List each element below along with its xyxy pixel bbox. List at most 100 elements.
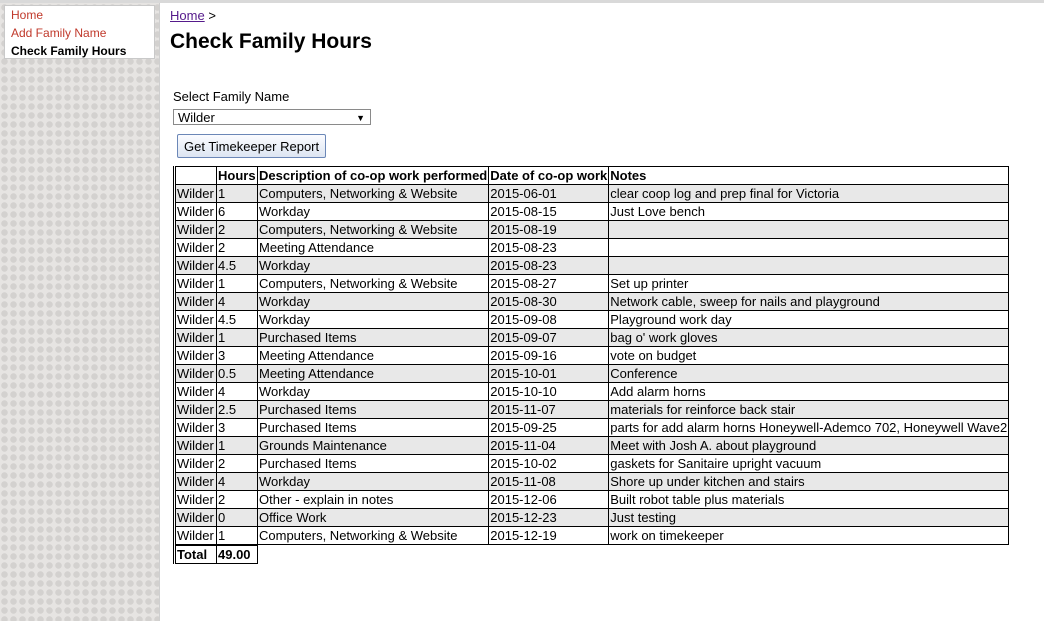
cell-family: Wilder <box>176 509 217 527</box>
cell-family: Wilder <box>176 239 217 257</box>
table-row: Wilder 2 Computers, Networking & Website 20… <box>176 221 1010 239</box>
table-row: Wilder 4 Workday 2015-10-10 Add alarm horns <box>176 383 1010 401</box>
cell-date: 2015-11-04 <box>489 437 610 455</box>
cell-description: Computers, Networking & Website <box>258 221 490 239</box>
table-row: Wilder 2.5 Purchased Items 2015-11-07 materi… <box>176 401 1010 419</box>
page-title: Check Family Hours <box>170 30 372 53</box>
cell-notes: gaskets for Sanitaire upright vacuum <box>609 455 1010 473</box>
cell-hours: 2 <box>217 455 258 473</box>
cell-notes <box>609 221 1010 239</box>
cell-hours: 6 <box>217 203 258 221</box>
cell-hours: 4 <box>217 293 258 311</box>
nav-add-family-link[interactable]: Add Family Name <box>5 24 154 42</box>
hours-table: Hours Description of co-op work performe… <box>173 166 1010 564</box>
cell-hours: 1 <box>217 185 258 203</box>
cell-family: Wilder <box>176 401 217 419</box>
cell-hours: 1 <box>217 437 258 455</box>
cell-notes: Built robot table plus materials <box>609 491 1010 509</box>
cell-notes: Network cable, sweep for nails and playg… <box>609 293 1010 311</box>
table-row: Wilder 4 Workday 2015-08-30 Network cable, s… <box>176 293 1010 311</box>
table-row: Wilder 4.5 Workday 2015-08-23 <box>176 257 1010 275</box>
cell-description: Workday <box>258 203 490 221</box>
family-select-label: Select Family Name <box>173 89 290 104</box>
cell-description: Workday <box>258 257 490 275</box>
cell-family: Wilder <box>176 419 217 437</box>
cell-notes: Just Love bench <box>609 203 1010 221</box>
cell-hours: 4.5 <box>217 257 258 275</box>
sidebar: Home Add Family Name Check Family Hours <box>0 3 160 621</box>
table-row: Wilder 1 Grounds Maintenance 2015-11-04 Meet… <box>176 437 1010 455</box>
cell-family: Wilder <box>176 221 217 239</box>
cell-notes: parts for add alarm horns Honeywell-Adem… <box>609 419 1010 437</box>
cell-notes: vote on budget <box>609 347 1010 365</box>
cell-hours: 0 <box>217 509 258 527</box>
breadcrumb-separator: > <box>208 8 216 23</box>
cell-date: 2015-12-23 <box>489 509 610 527</box>
cell-hours: 2.5 <box>217 401 258 419</box>
nav-menu: Home Add Family Name Check Family Hours <box>4 5 155 59</box>
cell-family: Wilder <box>176 365 217 383</box>
cell-date: 2015-09-08 <box>489 311 610 329</box>
cell-notes: clear coop log and prep final for Victor… <box>609 185 1010 203</box>
nav-home-link[interactable]: Home <box>5 6 154 24</box>
cell-family: Wilder <box>176 347 217 365</box>
cell-description: Meeting Attendance <box>258 239 490 257</box>
header-family <box>176 166 217 185</box>
main-content: Home > Check Family Hours <box>170 7 372 55</box>
cell-notes: Playground work day <box>609 311 1010 329</box>
cell-description: Computers, Networking & Website <box>258 185 490 203</box>
header-notes: Notes <box>609 166 1010 185</box>
cell-hours: 4.5 <box>217 311 258 329</box>
total-value: 49.00 <box>217 545 258 564</box>
cell-family: Wilder <box>176 527 217 545</box>
cell-hours: 3 <box>217 347 258 365</box>
cell-description: Purchased Items <box>258 455 490 473</box>
cell-notes: Just testing <box>609 509 1010 527</box>
table-row: Wilder 0 Office Work 2015-12-23 Just testing <box>176 509 1010 527</box>
cell-date: 2015-09-07 <box>489 329 610 347</box>
table-row: Wilder 0.5 Meeting Attendance 2015-10-01 Con… <box>176 365 1010 383</box>
cell-date: 2015-10-01 <box>489 365 610 383</box>
cell-notes: Shore up under kitchen and stairs <box>609 473 1010 491</box>
cell-hours: 2 <box>217 239 258 257</box>
header-description: Description of co-op work performed <box>258 166 490 185</box>
cell-notes <box>609 257 1010 275</box>
cell-date: 2015-09-25 <box>489 419 610 437</box>
breadcrumb-home-link[interactable]: Home <box>170 8 205 23</box>
cell-hours: 1 <box>217 329 258 347</box>
cell-description: Purchased Items <box>258 419 490 437</box>
cell-hours: 1 <box>217 527 258 545</box>
cell-date: 2015-10-02 <box>489 455 610 473</box>
cell-description: Computers, Networking & Website <box>258 275 490 293</box>
get-report-button[interactable]: Get Timekeeper Report <box>177 134 327 158</box>
cell-hours: 2 <box>217 221 258 239</box>
cell-notes: work on timekeeper <box>609 527 1010 545</box>
cell-notes: bag o' work gloves <box>609 329 1010 347</box>
cell-hours: 3 <box>217 419 258 437</box>
cell-description: Computers, Networking & Website <box>258 527 490 545</box>
cell-date: 2015-08-27 <box>489 275 610 293</box>
family-form: Select Family Name Wilder ▼ Get Timekeep… <box>173 89 371 158</box>
cell-family: Wilder <box>176 473 217 491</box>
table-row: Wilder 1 Computers, Networking & Website 20… <box>176 275 1010 293</box>
cell-date: 2015-08-30 <box>489 293 610 311</box>
cell-notes: Add alarm horns <box>609 383 1010 401</box>
cell-description: Workday <box>258 311 490 329</box>
cell-description: Grounds Maintenance <box>258 437 490 455</box>
family-select[interactable]: Wilder ▼ <box>173 109 371 125</box>
cell-family: Wilder <box>176 491 217 509</box>
cell-hours: 1 <box>217 275 258 293</box>
table-row: Wilder 6 Workday 2015-08-15 Just Love bench <box>176 203 1010 221</box>
cell-description: Purchased Items <box>258 401 490 419</box>
table-row: Wilder 3 Purchased Items 2015-09-25 parts fo… <box>176 419 1010 437</box>
cell-date: 2015-11-08 <box>489 473 610 491</box>
total-row: Total 49.00 <box>176 545 1009 564</box>
cell-date: 2015-08-23 <box>489 239 610 257</box>
cell-family: Wilder <box>176 185 217 203</box>
cell-description: Workday <box>258 293 490 311</box>
cell-notes: Meet with Josh A. about playground <box>609 437 1010 455</box>
table-row: Wilder 2 Purchased Items 2015-10-02 gaskets … <box>176 455 1010 473</box>
family-select-value: Wilder <box>178 110 215 125</box>
table-header-row: Hours Description of co-op work performe… <box>176 166 1010 185</box>
cell-hours: 4 <box>217 473 258 491</box>
